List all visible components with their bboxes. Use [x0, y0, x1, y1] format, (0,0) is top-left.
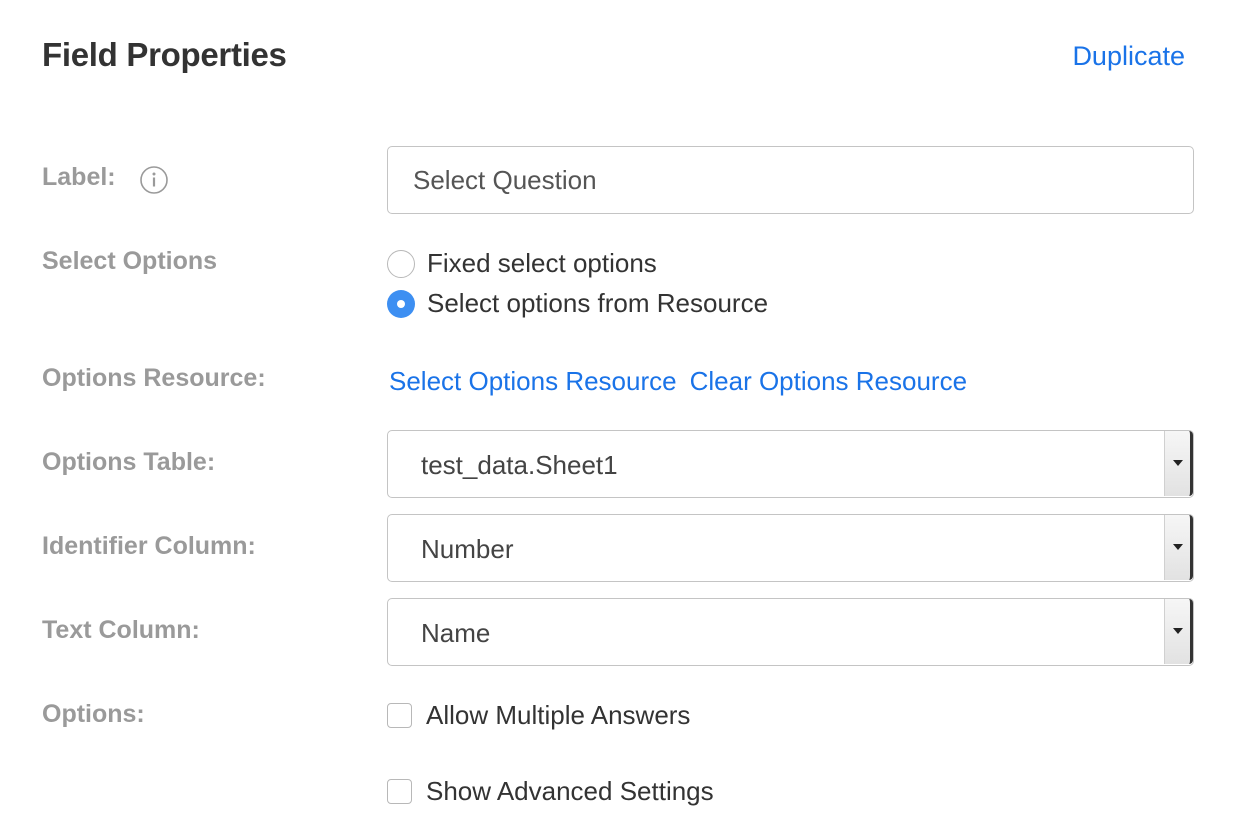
selected-value: Name [421, 618, 491, 648]
checkbox[interactable] [387, 703, 412, 728]
radio-button[interactable] [387, 249, 415, 278]
identifier-column-select[interactable]: Number [387, 514, 1194, 582]
duplicate-link[interactable]: Duplicate [1072, 41, 1185, 72]
allow-multiple-answers-checkbox[interactable]: Allow Multiple Answers [387, 700, 690, 731]
radio-label: Select options from Resource [427, 288, 769, 318]
show-advanced-settings-checkbox[interactable]: Show Advanced Settings [387, 776, 714, 807]
radio-fixed-select-options[interactable]: Fixed select options [387, 248, 657, 279]
resource-links: Select Options Resource Clear Options Re… [389, 366, 967, 397]
identifier-column-label: Identifier Column: [42, 532, 256, 560]
checkbox-label: Allow Multiple Answers [426, 700, 691, 730]
radio-select-options-from-resource[interactable]: Select options from Resource [387, 288, 768, 319]
label-input[interactable] [387, 146, 1194, 214]
chevron-down-icon[interactable] [1164, 599, 1193, 664]
label-field-label: Label: [42, 163, 116, 191]
options-label: Options: [42, 700, 145, 728]
clear-options-resource-link[interactable]: Clear Options Resource [690, 366, 967, 397]
selected-value: Number [421, 534, 514, 564]
page-title: Field Properties [42, 36, 287, 73]
select-options-label: Select Options [42, 247, 218, 275]
info-circle-icon[interactable] [139, 165, 169, 195]
options-table-label: Options Table: [42, 448, 216, 476]
select-options-resource-link[interactable]: Select Options Resource [389, 366, 677, 397]
chevron-down-icon[interactable] [1164, 515, 1193, 580]
checkbox[interactable] [387, 779, 412, 804]
radio-label: Fixed select options [427, 248, 657, 278]
chevron-down-icon[interactable] [1164, 431, 1193, 496]
text-column-select[interactable]: Name [387, 598, 1194, 666]
options-resource-label: Options Resource: [42, 364, 266, 392]
radio-button-checked[interactable] [387, 289, 415, 318]
text-column-label: Text Column: [42, 616, 200, 644]
options-table-select[interactable]: test_data.Sheet1 [387, 430, 1194, 498]
checkbox-label: Show Advanced Settings [426, 776, 714, 806]
selected-value: test_data.Sheet1 [421, 450, 618, 480]
